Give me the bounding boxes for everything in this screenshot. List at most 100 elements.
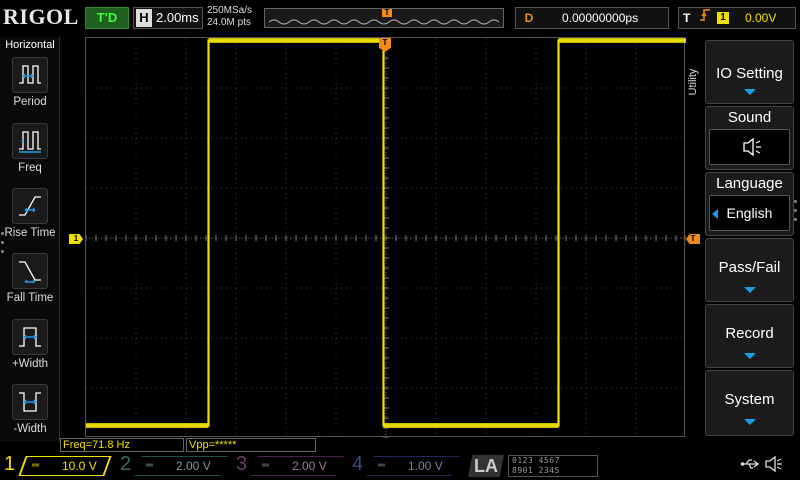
menu-language-button[interactable]: Language English [705,172,794,236]
utility-menu-tab: Utility [686,40,704,130]
channel3-scale-box: ═ 2.00 V [250,456,344,476]
channel4-scale-box: ═ 1.00 V [366,456,460,476]
la-bits-row1: 0123 4567 [512,456,560,465]
measure-period-button[interactable]: Period [0,57,60,117]
period-icon [12,57,48,93]
channel2-tab[interactable]: 2 ═ 2.00 V [116,453,228,478]
memory-overview-bar[interactable]: T [264,8,504,28]
acquisition-info: 250MSa/s 24.0M pts [207,5,252,29]
top-status-bar: RIGOL T'D H 2.00ms 250MSa/s 24.0M pts T D… [0,0,800,36]
sound-value-box [709,129,790,165]
menu-io-setting-button[interactable]: IO Setting [705,40,794,104]
trigger-source-badge: 1 [717,12,729,24]
trigger-key-label: T [683,11,691,25]
rigol-logo: RIGOL [3,4,79,29]
measure-fall-time-button[interactable]: Fall Time [0,253,60,313]
channel1-scale-box: ═ 10.0 V [18,456,112,476]
utility-menu-title: Utility [687,68,699,96]
rise-time-icon [12,188,48,224]
sound-label: Sound [727,109,772,126]
waveform-grid [86,38,686,438]
logic-analyzer-channels: 0123 4567 8901 2345 [508,455,598,477]
sample-rate: 250MSa/s [207,5,253,16]
chevron-down-icon [744,287,756,293]
channel2-scale-box: ═ 2.00 V [134,456,228,476]
la-bits-row2: 8901 2345 [512,466,560,475]
language-label: Language [716,175,783,192]
menu-sound-button[interactable]: Sound [705,106,794,170]
negative-width-icon [12,384,48,420]
record-label: Record [725,325,774,342]
waveform-display[interactable] [85,37,686,438]
fall-time-icon [12,253,48,289]
measure-freq-button[interactable]: Freq [0,123,60,183]
measure-panel-title: Horizontal [5,39,55,51]
rising-edge-icon [699,8,711,28]
io-setting-label: IO Setting [716,65,783,82]
speaker-icon [743,137,761,157]
horizontal-key-label: H [136,9,152,27]
channel1-coupling-icon: ═ [32,460,40,471]
language-value: English [726,205,773,221]
menu-pass-fail-button[interactable]: Pass/Fail [705,238,794,302]
timebase-value: 2.00ms [156,10,199,25]
memory-waveform-preview [269,19,499,25]
system-label: System [724,391,775,408]
chevron-down-icon [744,89,756,95]
channel1-number: 1 [4,453,16,475]
measure-fall-time-label: Fall Time [6,292,54,304]
measure-panel: Horizontal Period Freq Rise Time Fall Ti… [0,37,60,442]
trigger-status-badge[interactable]: T'D [85,7,129,29]
channel4-tab[interactable]: 4 ═ 1.00 V [348,453,460,478]
channel3-number: 3 [236,453,248,475]
speaker-status-icon[interactable] [764,455,784,476]
measure-freq-label: Freq [18,162,42,174]
timebase-display[interactable]: H 2.00ms [133,7,203,29]
measure-positive-width-label: +Width [11,358,49,370]
measure-rise-time-label: Rise Time [4,227,56,239]
delay-value: 0.00000000ps [562,11,639,25]
channel1-level-band [383,423,559,428]
channel1-scale: 10.0 V [62,459,97,473]
measure-negative-width-button[interactable]: -Width [0,384,60,444]
chevron-down-icon [744,419,756,425]
memory-trigger-position-marker: T [382,9,392,17]
delay-display[interactable]: D 0.00000000ps [515,7,669,29]
channel1-offset-marker[interactable]: 1 [69,234,83,244]
freq-measurement: Freq=71.8 Hz [60,438,184,452]
trigger-level-marker[interactable]: T [686,234,700,244]
language-value-box: English [709,195,790,231]
channel1-tab[interactable]: 1 ═ 10.0 V [0,453,112,478]
channel2-number: 2 [120,453,132,475]
menu-record-button[interactable]: Record [705,304,794,368]
channel1-level-band [86,423,209,428]
channel1-level-band [558,38,686,43]
memory-depth: 24.0M pts [207,17,251,28]
channel3-tab[interactable]: 3 ═ 2.00 V [232,453,344,478]
menu-system-button[interactable]: System [705,370,794,436]
freq-icon [12,123,48,159]
channel4-number: 4 [352,453,364,475]
vpp-measurement: Vpp=***** [186,438,316,452]
channel-status-bar: 1 ═ 10.0 V 2 ═ 2.00 V 3 ═ 2.00 V 4 ═ 1.0… [0,452,800,480]
trigger-level-value: 0.00V [745,11,777,25]
usb-icon [740,456,760,475]
channel3-coupling-icon: ═ [262,460,270,471]
measure-negative-width-label: -Width [13,423,47,435]
measure-rise-time-button[interactable]: Rise Time [0,188,60,248]
measure-positive-width-button[interactable]: +Width [0,319,60,379]
chevron-down-icon [744,353,756,359]
logic-analyzer-button[interactable]: LA [468,455,504,477]
positive-width-icon [12,319,48,355]
channel4-scale: 1.00 V [408,459,443,473]
channel1-level-band [208,38,384,43]
measure-period-label: Period [13,96,47,108]
right-menu-page-dots [794,200,799,227]
channel2-coupling-icon: ═ [146,460,154,471]
left-panel-page-dots [1,232,5,259]
channel4-coupling-icon: ═ [378,460,386,471]
trigger-display[interactable]: T 1 0.00V [678,7,796,29]
channel3-scale: 2.00 V [292,459,327,473]
channel2-scale: 2.00 V [176,459,211,473]
delay-key-label: D [524,11,534,25]
